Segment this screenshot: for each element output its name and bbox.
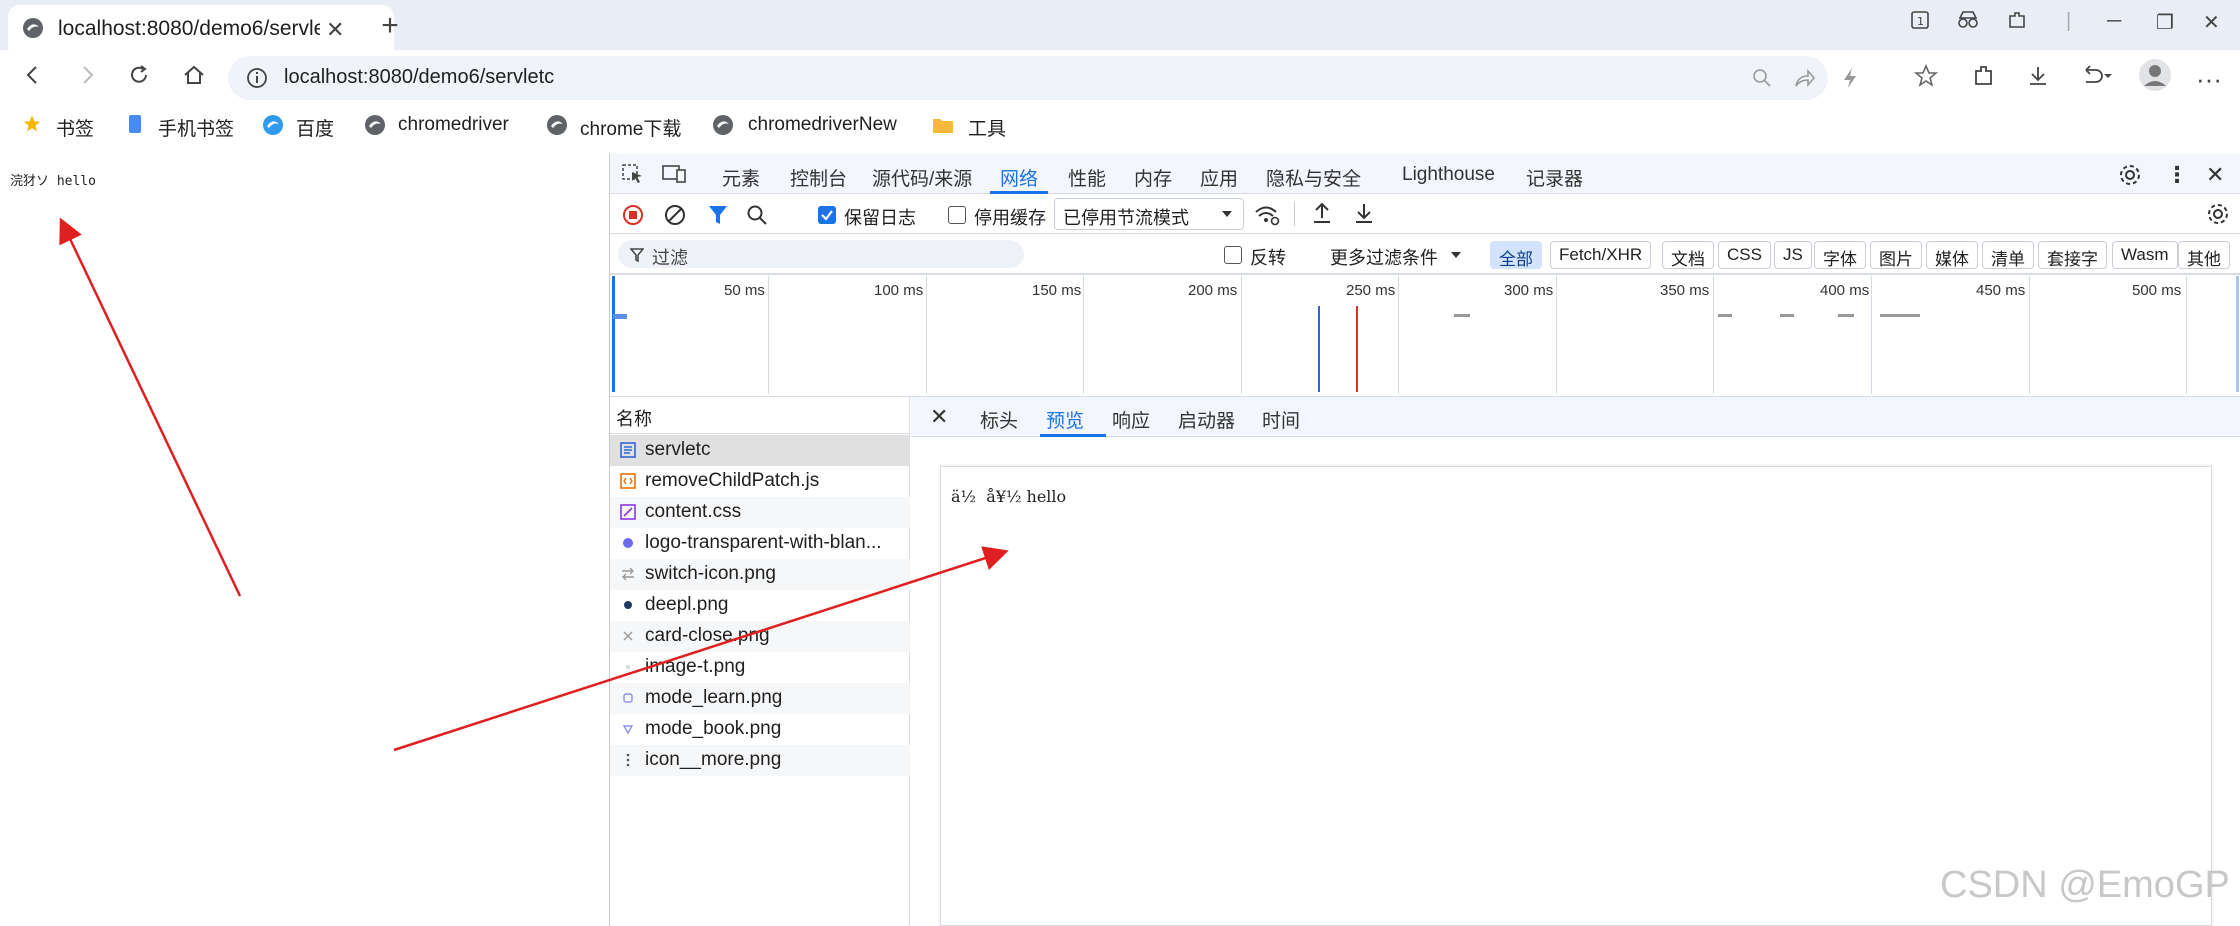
annotation-arrows <box>59 217 1009 752</box>
arrow-to-preview-text <box>393 546 1009 752</box>
arrow-to-page-text <box>59 217 242 597</box>
watermark: CSDN @EmoGP <box>1940 864 2230 906</box>
